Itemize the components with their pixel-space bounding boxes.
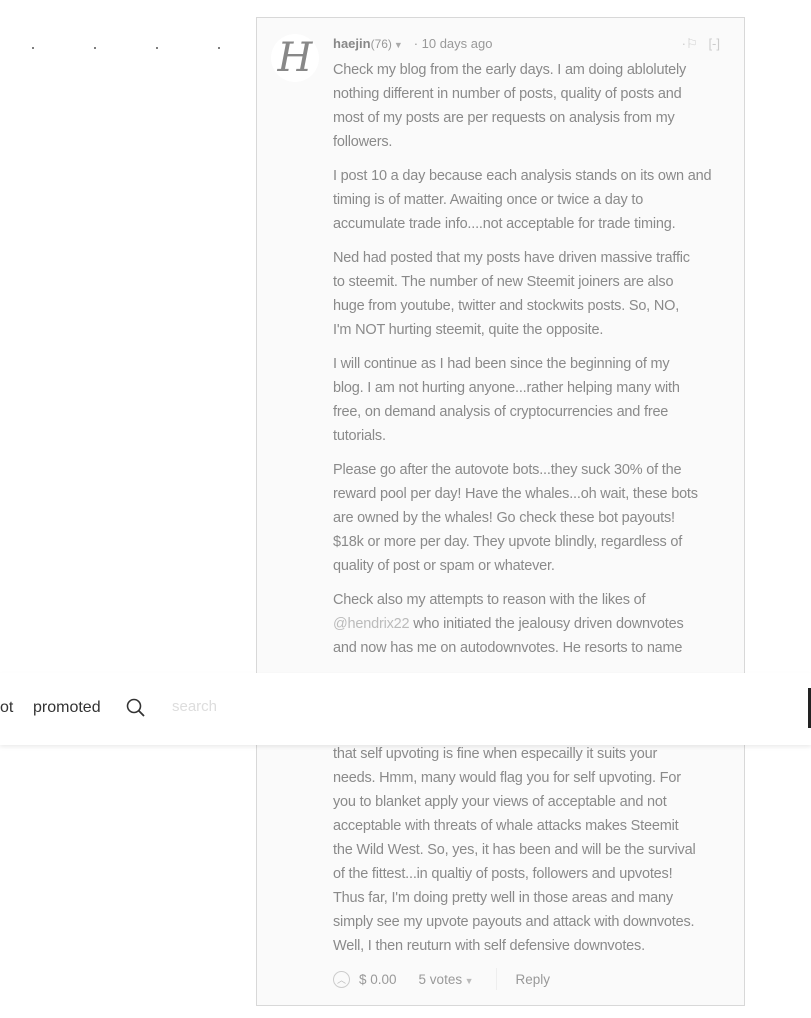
line: timing is of matter. Awaiting once or tw… (333, 192, 644, 208)
line: $18k or more per day. They upvote blindl… (333, 534, 683, 550)
line: Check also my attempts to reason with th… (333, 592, 646, 608)
line: the Wild West. So, yes, it has been and … (333, 842, 696, 858)
line: Thus far, I'm doing pretty well in those… (333, 890, 673, 906)
line: to steemit. The number of new Steemit jo… (333, 274, 674, 290)
timestamp[interactable]: · 10 days ago (414, 36, 493, 51)
search-icon[interactable] (126, 698, 146, 718)
pagination-dot (32, 47, 34, 49)
pagination-dot (218, 47, 220, 49)
comment-card: H haejin(76) ▼ · 10 days ago ·⚐ [-] Check… (256, 17, 745, 1006)
line: needs. Hmm, many would flag you for self… (333, 770, 681, 786)
search-input[interactable] (170, 697, 474, 716)
line: huge from youtube, twitter and stockwits… (333, 298, 680, 314)
line: accumulate trade info....not acceptable … (333, 216, 676, 232)
paragraph: I post 10 a day because each analysis st… (333, 164, 738, 236)
paragraph: Check my blog from the early days. I am … (333, 58, 738, 154)
divider (495, 968, 497, 990)
paragraph: that self upvoting is fine when especail… (333, 718, 738, 958)
line: acceptable with threats of whale attacks… (333, 818, 679, 834)
comment-footer: ︿ $ 0.00 5 votes ▼ Reply (333, 968, 550, 990)
collapse-button[interactable]: [-] (708, 36, 720, 51)
upvote-icon[interactable]: ︿ (333, 970, 350, 988)
line: free, on demand analysis of cryptocurren… (333, 404, 669, 420)
line: blog. I am not hurting anyone...rather h… (333, 380, 680, 396)
paragraph: Ned had posted that my posts have driven… (333, 246, 738, 342)
line: are owned by the whales! Go check these … (333, 510, 675, 526)
mention-link[interactable]: @hendrix22 (333, 616, 410, 632)
votes-count: 5 votes (418, 971, 463, 987)
line: you to blanket apply your views of accep… (333, 794, 667, 810)
line: Ned had posted that my posts have driven… (333, 250, 690, 266)
paragraph: I will continue as I had been since the … (333, 352, 738, 448)
reply-button[interactable]: Reply (516, 972, 551, 987)
top-header: ot promoted (0, 673, 811, 745)
pagination-dot (156, 47, 158, 49)
votes-dropdown[interactable]: 5 votes ▼ (419, 972, 474, 987)
payout[interactable]: $ 0.00 (359, 972, 397, 987)
comment-body: Check my blog from the early days. I am … (333, 58, 738, 968)
line: Please go after the autovote bots...they… (333, 462, 682, 478)
line: reward pool per day! Have the whales...o… (333, 486, 698, 502)
pagination-dot (94, 47, 96, 49)
line: I will continue as I had been since the … (333, 356, 670, 372)
line: I post 10 a day because each analysis st… (333, 168, 712, 184)
avatar[interactable]: H (271, 34, 319, 82)
line: I'm NOT hurting steemit, quite the oppos… (333, 322, 604, 338)
comment-actions: ·⚐ [-] (682, 36, 720, 52)
line: nothing different in number of posts, qu… (333, 86, 682, 102)
comment-meta: haejin(76) ▼ · 10 days ago (333, 36, 492, 51)
nav-item-hot[interactable]: ot (0, 699, 13, 717)
line: simply see my upvote payouts and attack … (333, 914, 695, 930)
chevron-down-icon[interactable]: ▼ (394, 40, 403, 50)
line: followers. (333, 134, 393, 150)
line: quality of post or spam or whatever. (333, 558, 555, 574)
paragraph: Please go after the autovote bots...they… (333, 458, 738, 578)
line: tutorials. (333, 428, 386, 444)
line: Check my blog from the early days. I am … (333, 62, 687, 78)
line: that self upvoting is fine when especail… (333, 746, 658, 762)
line: and now has me on autodownvotes. He reso… (333, 640, 683, 656)
line: @hendrix22 who initiated the jealousy dr… (333, 612, 738, 636)
flag-icon[interactable]: ·⚐ (682, 36, 698, 51)
line: most of my posts are per requests on ana… (333, 110, 675, 126)
nav-item-promoted[interactable]: promoted (33, 699, 101, 717)
line: of the fittest...in qualtiy of posts, fo… (333, 866, 673, 882)
chevron-down-icon: ▼ (462, 975, 474, 986)
author-link[interactable]: haejin (333, 36, 371, 51)
reputation: (76) (370, 37, 392, 51)
line: Well, I then reuturn with self defensive… (333, 938, 645, 954)
line-text: who initiated the jealousy driven downvo… (409, 616, 684, 632)
